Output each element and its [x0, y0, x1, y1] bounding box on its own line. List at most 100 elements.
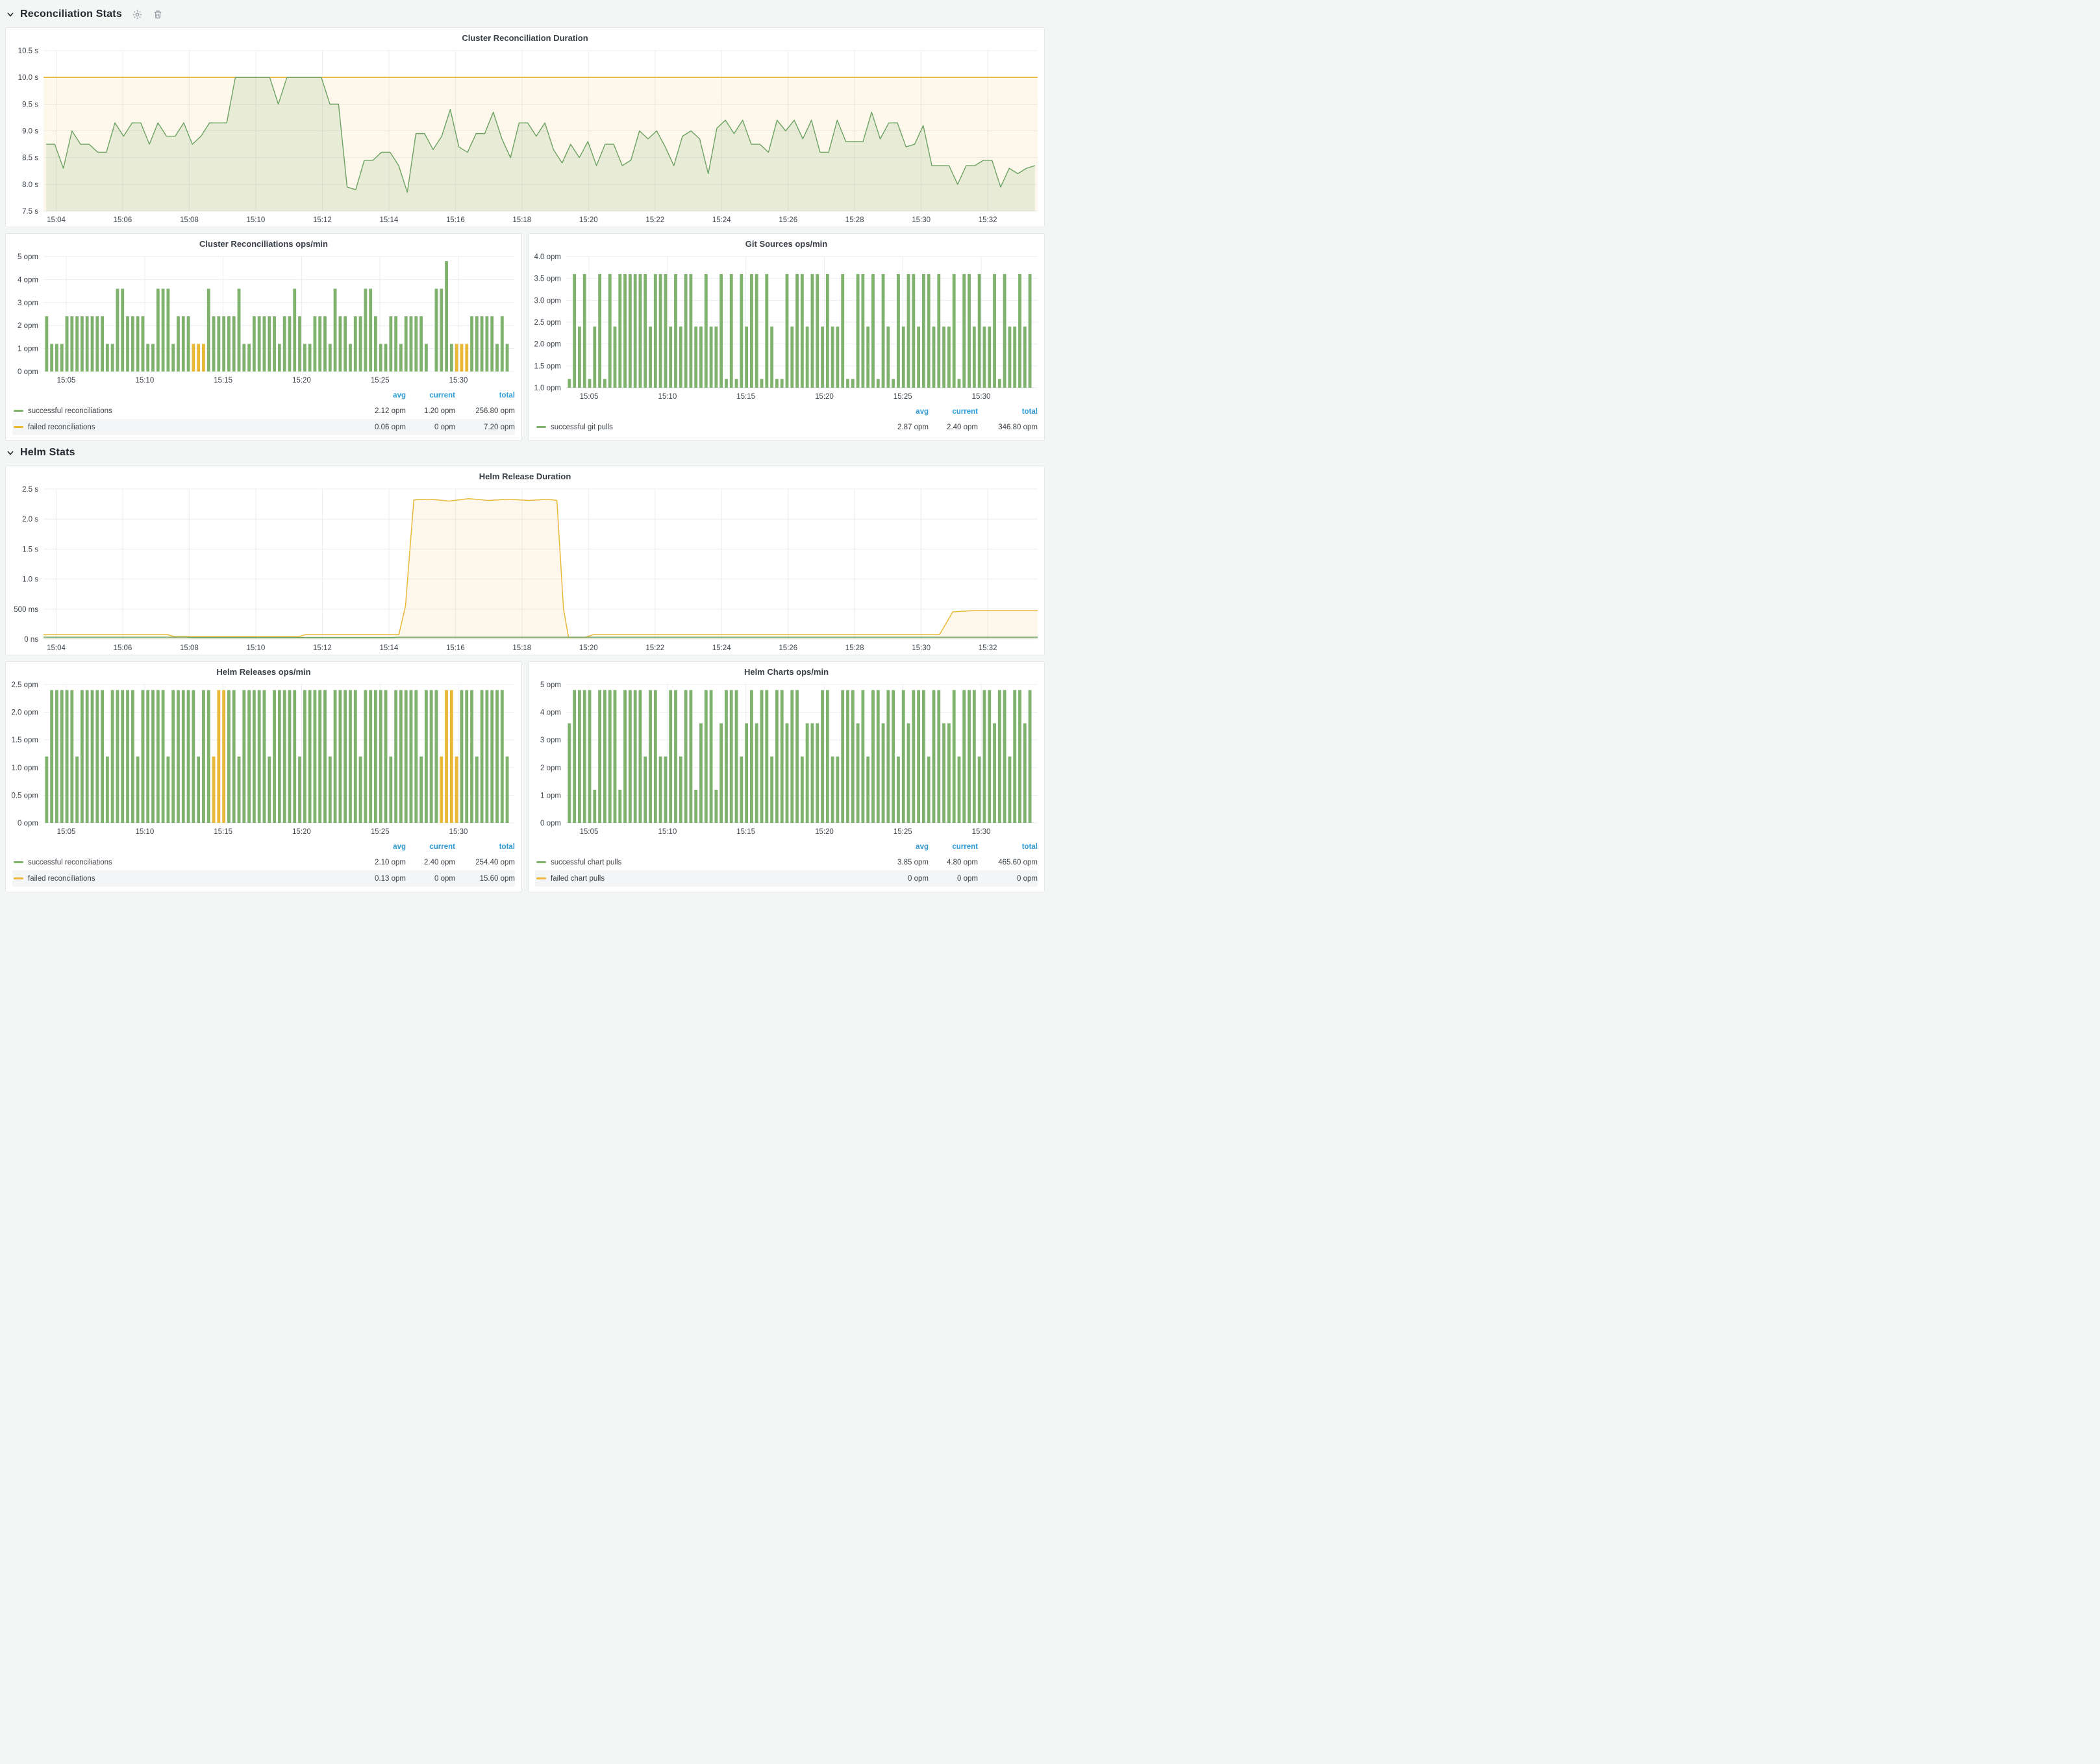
svg-text:15:16: 15:16 — [446, 644, 465, 652]
svg-text:3.0 opm: 3.0 opm — [534, 297, 561, 305]
legend: avgcurrenttotal successful chart pulls3.8… — [529, 838, 1044, 892]
series-color-dash-icon — [536, 426, 546, 428]
legend-value: 2.10 opm — [356, 859, 406, 866]
legend-value: 254.40 opm — [455, 859, 515, 866]
svg-text:9.0 s: 9.0 s — [22, 128, 38, 136]
legend-value: 0 opm — [406, 875, 455, 883]
helm-charts-opm-chart[interactable]: 0 opm1 opm2 opm3 opm4 opm5 opm15:0515:10… — [529, 678, 1044, 838]
svg-text:15:20: 15:20 — [292, 828, 311, 836]
svg-text:15:24: 15:24 — [712, 216, 731, 224]
svg-text:1 opm: 1 opm — [540, 792, 561, 800]
helm-release-duration-chart[interactable]: 0 ns500 ms1.0 s1.5 s2.0 s2.5 s15:0415:06… — [6, 483, 1044, 655]
legend-sort-avg[interactable]: avg — [356, 392, 406, 399]
legend-series-label[interactable]: failed reconciliations — [12, 423, 356, 431]
legend-series-label[interactable]: successful chart pulls — [535, 859, 879, 866]
legend-sort-avg[interactable]: avg — [356, 843, 406, 851]
legend-series-label[interactable]: successful git pulls — [535, 423, 879, 431]
svg-text:15:08: 15:08 — [180, 644, 199, 652]
svg-text:15:08: 15:08 — [180, 216, 199, 224]
legend-sort-total[interactable]: total — [455, 392, 515, 399]
svg-text:1.5 opm: 1.5 opm — [534, 362, 561, 370]
svg-text:15:20: 15:20 — [579, 216, 598, 224]
legend-row: failed chart pulls0 opm0 opm0 opm — [535, 870, 1038, 887]
git-sources-opm-chart[interactable]: 1.0 opm1.5 opm2.0 opm2.5 opm3.0 opm3.5 o… — [529, 250, 1044, 403]
svg-text:15:05: 15:05 — [57, 828, 76, 836]
panel-title[interactable]: Helm Charts ops/min — [529, 662, 1044, 678]
legend-value: 2.40 opm — [406, 859, 455, 866]
legend-value: 2.40 opm — [929, 423, 978, 431]
legend-series-label[interactable]: successful reconciliations — [12, 859, 356, 866]
gear-icon[interactable] — [132, 9, 143, 20]
legend-sort-total[interactable]: total — [978, 408, 1038, 416]
svg-text:1.0 opm: 1.0 opm — [11, 764, 38, 772]
svg-text:15:14: 15:14 — [379, 216, 398, 224]
section-header-reconciliation[interactable]: Reconciliation Stats — [5, 4, 1045, 26]
legend-sort-total[interactable]: total — [455, 843, 515, 851]
section-header-helm[interactable]: Helm Stats — [5, 442, 1045, 464]
legend-sort-total[interactable]: total — [978, 843, 1038, 851]
legend-value: 4.80 opm — [929, 859, 978, 866]
svg-text:15:25: 15:25 — [371, 828, 390, 836]
panel-title[interactable]: Helm Releases ops/min — [6, 662, 521, 678]
svg-text:0 opm: 0 opm — [18, 368, 38, 376]
svg-text:15:32: 15:32 — [979, 216, 997, 224]
svg-text:3 opm: 3 opm — [540, 737, 561, 744]
svg-text:5 opm: 5 opm — [540, 681, 561, 689]
svg-text:1.0 opm: 1.0 opm — [534, 384, 561, 392]
panel-title[interactable]: Git Sources ops/min — [529, 234, 1044, 250]
svg-text:15:25: 15:25 — [894, 393, 912, 401]
svg-text:2.0 opm: 2.0 opm — [534, 341, 561, 349]
legend-header: avgcurrenttotal — [535, 405, 1038, 419]
svg-text:15:05: 15:05 — [580, 393, 599, 401]
svg-text:15:04: 15:04 — [47, 216, 66, 224]
panel-title[interactable]: Helm Release Duration — [6, 466, 1044, 483]
panel-git-sources-opm: Git Sources ops/min 1.0 opm 1.5 opm 2.0 op… — [528, 233, 1045, 441]
svg-text:2.5 opm: 2.5 opm — [11, 681, 38, 689]
legend-series-label[interactable]: successful reconciliations — [12, 407, 356, 415]
panel-title[interactable]: Cluster Reconciliation Duration — [6, 28, 1044, 44]
series-color-dash-icon — [14, 410, 23, 412]
svg-text:15:18: 15:18 — [512, 216, 531, 224]
svg-text:15:30: 15:30 — [449, 377, 468, 384]
legend-sort-avg[interactable]: avg — [879, 408, 929, 416]
legend-value: 256.80 opm — [455, 407, 515, 415]
svg-text:15:26: 15:26 — [779, 216, 797, 224]
legend-value: 346.80 opm — [978, 423, 1038, 431]
helm-releases-opm-chart[interactable]: 0 opm0.5 opm1.0 opm1.5 opm2.0 opm2.5 opm… — [6, 678, 521, 838]
legend-row: successful chart pulls3.85 opm4.80 opm46… — [535, 854, 1038, 870]
legend-sort-current[interactable]: current — [929, 408, 978, 416]
legend-value: 0 opm — [406, 423, 455, 431]
svg-text:500 ms: 500 ms — [14, 606, 38, 614]
svg-text:10.0 s: 10.0 s — [18, 74, 39, 82]
cluster-reconciliations-opm-chart[interactable]: 0 opm1 opm2 opm3 opm4 opm5 opm15:0515:10… — [6, 250, 521, 387]
svg-text:15:30: 15:30 — [912, 644, 931, 652]
legend-row: successful reconciliations2.12 opm1.20 o… — [12, 403, 515, 419]
svg-text:1.5 s: 1.5 s — [22, 546, 38, 553]
legend-sort-current[interactable]: current — [406, 843, 455, 851]
legend-value: 1.20 opm — [406, 407, 455, 415]
legend-series-label[interactable]: failed chart pulls — [535, 875, 879, 883]
svg-text:5 opm: 5 opm — [18, 253, 38, 261]
panel-helm-release-duration: Helm Release Duration 0 ns500 ms1.0 s1.5… — [5, 466, 1045, 655]
svg-text:15:15: 15:15 — [736, 828, 755, 836]
svg-text:15:25: 15:25 — [371, 377, 390, 384]
panel-helm-releases-opm: Helm Releases ops/min 0 opm 0.5 opm 1.0 op… — [5, 661, 522, 892]
section-helm-stats: Helm Stats Helm Release Duration 0 ns500… — [5, 442, 1045, 892]
svg-text:15:20: 15:20 — [292, 377, 311, 384]
legend-series-label[interactable]: failed reconciliations — [12, 875, 356, 883]
cluster-reconciliation-duration-chart[interactable]: 7.5 s8.0 s8.5 s9.0 s9.5 s10.0 s10.5 s15:… — [6, 44, 1044, 227]
section-reconciliation-stats: Reconciliation Stats Cluster Reconciliat… — [5, 4, 1045, 441]
svg-text:10.5 s: 10.5 s — [18, 47, 39, 55]
svg-text:4 opm: 4 opm — [18, 276, 38, 284]
legend-sort-current[interactable]: current — [406, 392, 455, 399]
legend-value: 465.60 opm — [978, 859, 1038, 866]
legend: avgcurrenttotal successful reconciliation… — [6, 387, 521, 440]
legend-sort-current[interactable]: current — [929, 843, 978, 851]
svg-text:4.0 opm: 4.0 opm — [534, 253, 561, 261]
legend-sort-avg[interactable]: avg — [879, 843, 929, 851]
svg-text:15:25: 15:25 — [894, 828, 912, 836]
trash-icon[interactable] — [153, 9, 164, 20]
svg-text:0.5 opm: 0.5 opm — [11, 792, 38, 800]
svg-text:15:10: 15:10 — [658, 393, 677, 401]
panel-title[interactable]: Cluster Reconciliations ops/min — [6, 234, 521, 250]
